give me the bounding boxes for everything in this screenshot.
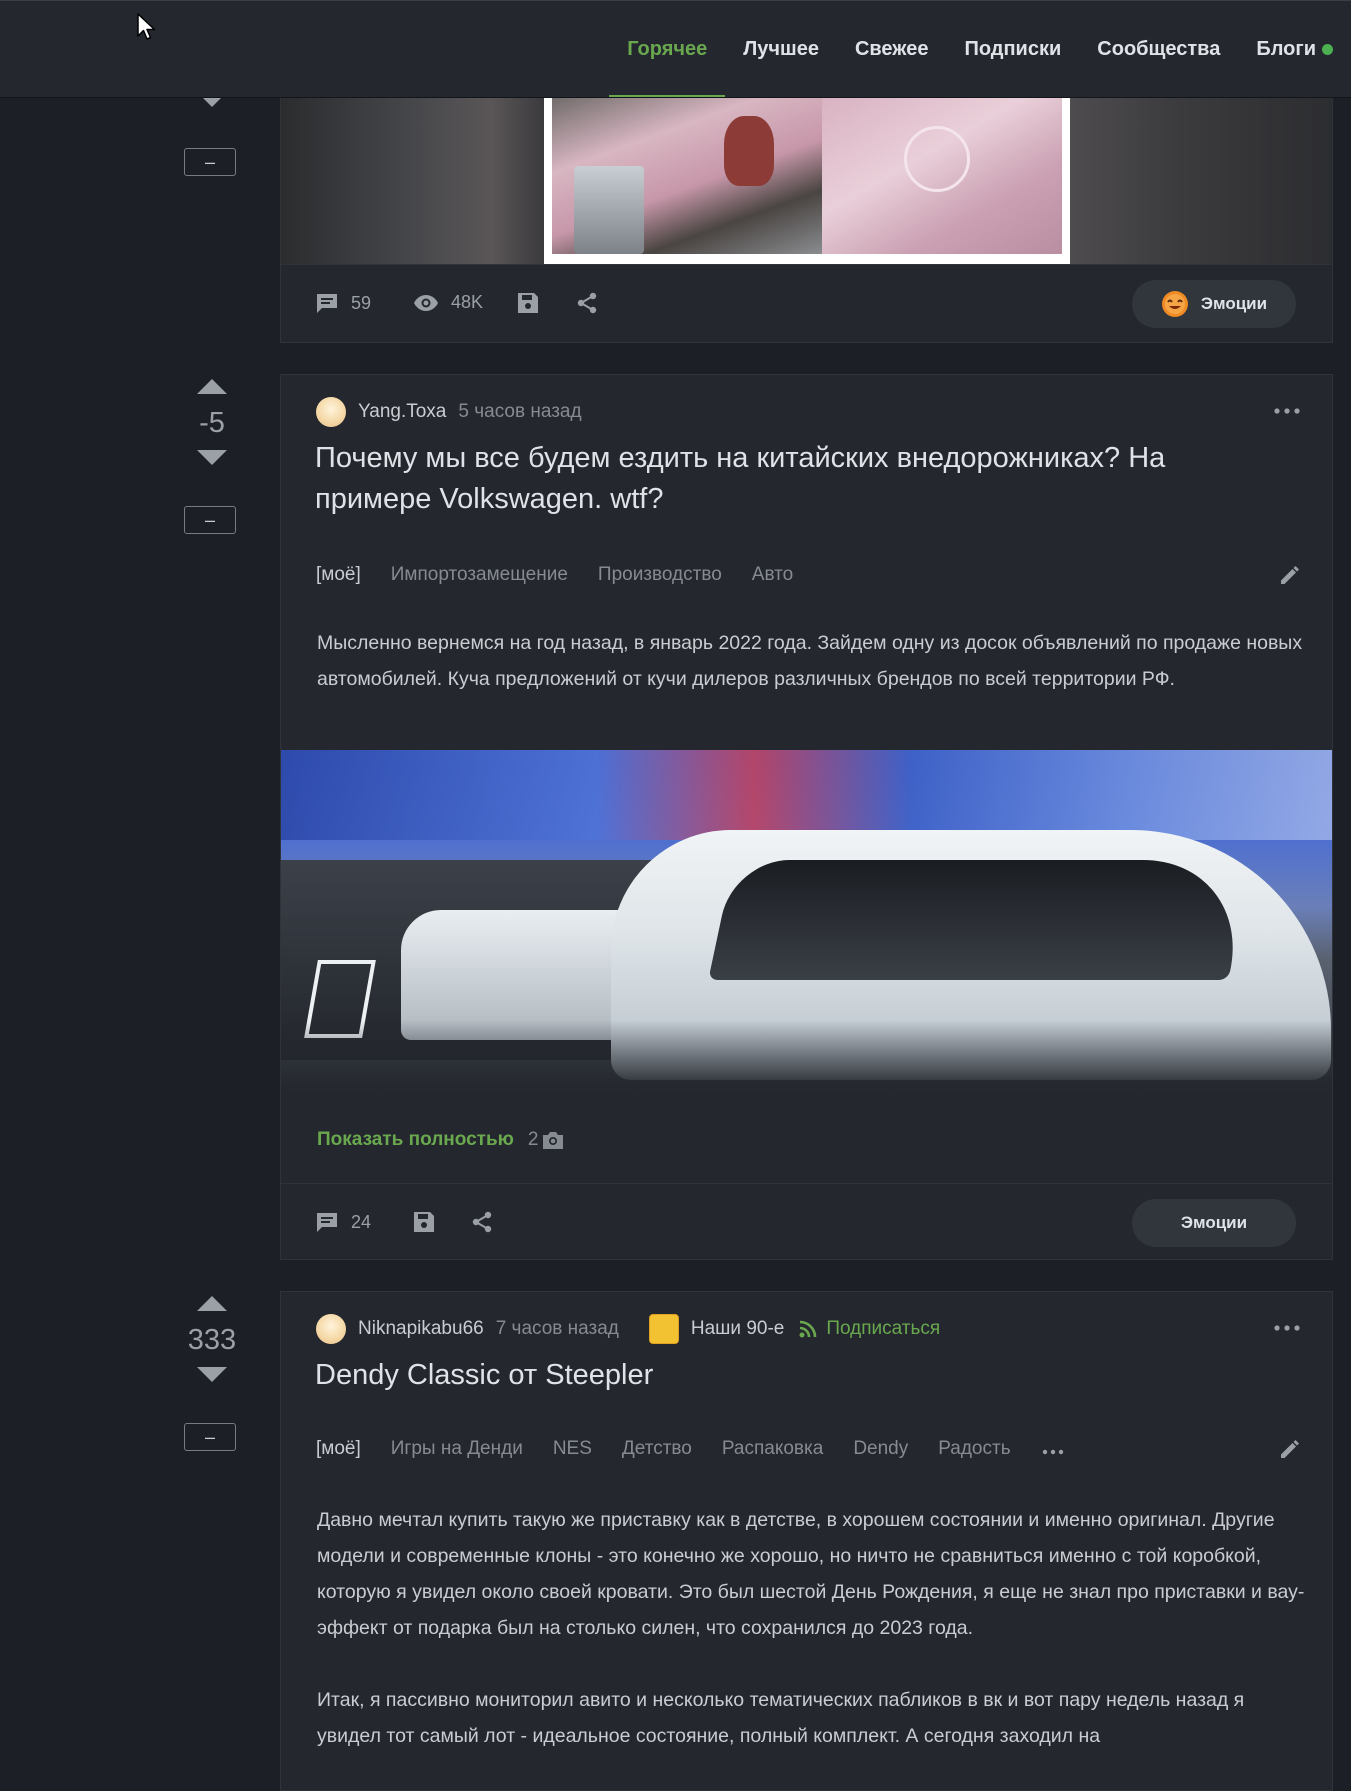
edit-pencil-icon[interactable]	[1278, 563, 1302, 587]
share-icon	[472, 1211, 492, 1233]
tag-import-substitution[interactable]: Импортозамещение	[391, 564, 568, 586]
story3-author[interactable]: Niknapikabu66	[358, 1318, 484, 1340]
author-avatar[interactable]	[316, 1314, 346, 1344]
top-header: Горячее Лучшее Свежее Подписки Сообществ…	[0, 0, 1351, 98]
tag-production[interactable]: Производство	[598, 564, 722, 586]
downvote-icon[interactable]	[197, 1367, 227, 1382]
story2-car-image[interactable]	[281, 750, 1332, 1098]
upvote-icon[interactable]	[197, 379, 227, 394]
story1-image[interactable]	[281, 96, 1332, 264]
story2-rating: -5	[182, 379, 242, 465]
subscribe-button[interactable]: Подписаться	[798, 1318, 940, 1340]
emotion-smile-icon	[1161, 291, 1188, 317]
story3-tags: [моё] Игры на Денди NES Детство Распаков…	[316, 1438, 1065, 1464]
upvote-icon[interactable]	[197, 1296, 227, 1311]
story3-community[interactable]: Наши 90-е	[691, 1318, 784, 1340]
story2-card: Yang.Toxa 5 часов назад Почему мы все бу…	[280, 374, 1333, 1260]
story2-tags: [моё] Импортозамещение Производство Авто	[316, 564, 823, 586]
story1-share-button[interactable]	[576, 292, 610, 314]
story2-emotions-label: Эмоции	[1180, 1213, 1248, 1232]
tag-childhood[interactable]: Детство	[622, 1438, 692, 1464]
more-menu-icon[interactable]	[1272, 1318, 1302, 1338]
story2-collapse-button[interactable]: –	[184, 506, 236, 534]
mouse-cursor-icon	[137, 13, 156, 40]
comment-icon	[317, 1213, 337, 1232]
story2-show-more-link[interactable]: Показать полностью 2	[317, 1129, 564, 1151]
photo-count-value: 2	[527, 1129, 539, 1150]
story1-comments-button[interactable]: 59	[315, 292, 371, 314]
tag-dendy-games[interactable]: Игры на Денди	[391, 1438, 523, 1464]
story3-paragraph: Итак, я пассивно мониторил авито и неско…	[317, 1689, 1245, 1747]
story2-share-button[interactable]	[471, 1211, 505, 1233]
photo-count: 2	[528, 1129, 565, 1151]
story2-comments-button[interactable]: 24	[315, 1211, 371, 1233]
tag-nes[interactable]: NES	[553, 1438, 592, 1464]
tag-unboxing[interactable]: Распаковка	[722, 1438, 823, 1464]
nav-blogs[interactable]: Блоги	[1238, 1, 1351, 97]
story2-header: Yang.Toxa 5 часов назад	[316, 397, 1302, 427]
story2-save-button[interactable]	[413, 1211, 447, 1233]
story2-footer: 24 Эмоции	[281, 1183, 1332, 1262]
story2-rating-value: -5	[199, 407, 225, 439]
story1-views: 48K	[413, 292, 483, 313]
story2-comments-count: 24	[351, 1211, 372, 1232]
more-menu-icon[interactable]	[1272, 401, 1302, 421]
story1-emotions-label: Эмоции	[1200, 294, 1268, 313]
nav-subscriptions[interactable]: Подписки	[946, 1, 1079, 97]
story3-card: Niknapikabu66 7 часов назад Наши 90-е По…	[280, 1291, 1333, 1791]
subscribe-label: Подписаться	[826, 1318, 941, 1339]
tag-mine[interactable]: [моё]	[316, 564, 361, 586]
story1-comments-count: 59	[351, 292, 372, 313]
story2-author[interactable]: Yang.Toxa	[358, 401, 446, 423]
save-icon	[518, 293, 538, 313]
author-avatar[interactable]	[316, 397, 346, 427]
story1-save-button[interactable]	[517, 292, 551, 314]
save-icon	[414, 1212, 434, 1232]
story3-rating-value: 333	[187, 1324, 237, 1356]
community-avatar[interactable]	[648, 1314, 679, 1344]
story2-emotions-button[interactable]: Эмоции	[1132, 1199, 1296, 1247]
more-tags-icon[interactable]	[1041, 1440, 1065, 1464]
story3-title[interactable]: Dendy Classic от Steepler	[315, 1355, 1265, 1396]
story3-time: 7 часов назад	[495, 1318, 619, 1339]
show-more-label: Показать полностью	[317, 1129, 514, 1150]
nav-hot[interactable]: Горячее	[609, 1, 726, 97]
story3-collapse-button[interactable]: –	[184, 1423, 236, 1451]
tag-dendy[interactable]: Dendy	[853, 1438, 908, 1464]
story2-text: Мысленно вернемся на год назад, в январь…	[317, 632, 1303, 690]
nav-blogs-label: Блоги	[1256, 37, 1316, 60]
story1-views-count: 48K	[451, 292, 484, 312]
edit-pencil-icon[interactable]	[1278, 1437, 1302, 1461]
rss-feed-icon	[799, 1320, 817, 1338]
online-dot-icon	[1322, 43, 1333, 55]
tag-auto[interactable]: Авто	[752, 564, 793, 586]
story1-emotions-button[interactable]: Эмоции	[1132, 280, 1296, 328]
story1-footer: 59 48K Эмоции	[281, 264, 1332, 343]
nav-fresh[interactable]: Свежее	[837, 1, 947, 97]
camera-icon	[543, 1132, 564, 1149]
nav-communities[interactable]: Сообщества	[1079, 1, 1238, 97]
nav-best[interactable]: Лучшее	[725, 1, 837, 97]
tag-joy[interactable]: Радость	[938, 1438, 1010, 1464]
main-nav: Горячее Лучшее Свежее Подписки Сообществ…	[609, 1, 1351, 97]
story3-paragraph: Давно мечтал купить такую же приставку к…	[317, 1509, 1305, 1639]
downvote-icon[interactable]	[197, 450, 227, 465]
tag-mine[interactable]: [моё]	[316, 1438, 361, 1464]
share-icon	[577, 292, 597, 314]
story2-title[interactable]: Почему мы все будем ездить на китайских …	[315, 438, 1265, 520]
comment-icon	[317, 294, 337, 313]
story3-header: Niknapikabu66 7 часов назад Наши 90-е По…	[316, 1314, 1302, 1344]
eye-icon	[414, 294, 438, 311]
story1-card: 59 48K Эмоции	[280, 96, 1333, 343]
story2-time: 5 часов назад	[458, 401, 582, 422]
story3-rating: 333	[182, 1296, 242, 1382]
story3-text: Давно мечтал купить такую же приставку к…	[317, 1502, 1307, 1754]
story1-collapse-button[interactable]: –	[184, 148, 236, 176]
